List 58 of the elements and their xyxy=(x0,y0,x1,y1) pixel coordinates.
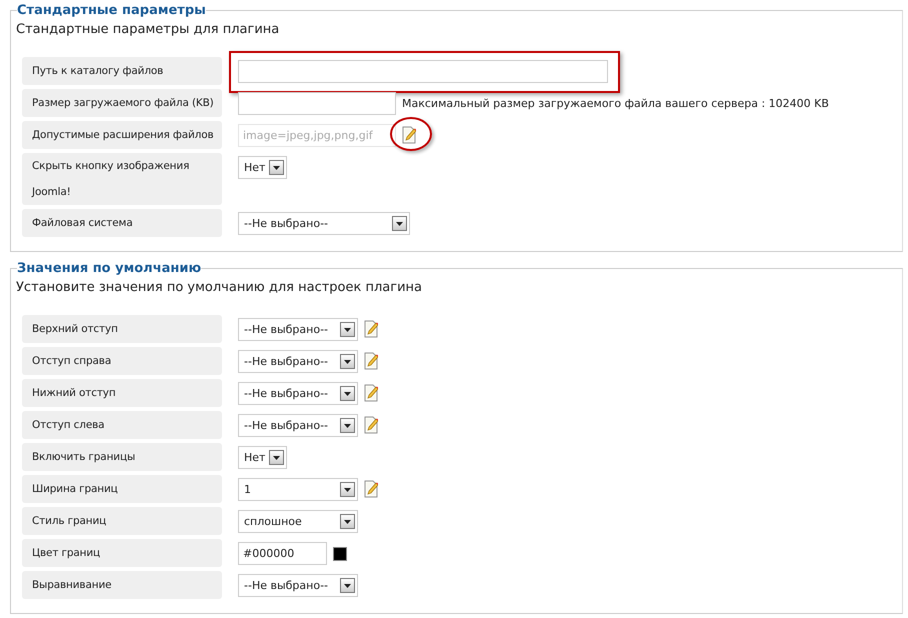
caret-icon xyxy=(344,584,351,588)
dropdown-button[interactable] xyxy=(340,578,355,593)
dropdown-field[interactable]: сплошное xyxy=(238,510,358,533)
caret-icon xyxy=(273,456,280,460)
caret-icon xyxy=(344,328,351,332)
caret-icon xyxy=(344,488,351,492)
dropdown-button[interactable] xyxy=(340,418,355,433)
max-size-note: Максимальный размер загружаемого файла вашего сервера : 102400 KB xyxy=(402,96,829,112)
field-label: Нижний отступ xyxy=(22,379,222,407)
dropdown-field[interactable]: Нет xyxy=(238,156,288,179)
text-field[interactable] xyxy=(238,92,396,115)
field-label: Путь к каталогу файлов xyxy=(22,57,222,85)
caret-icon xyxy=(344,424,351,428)
edit-icon[interactable] xyxy=(364,416,378,434)
caret-icon xyxy=(344,520,351,524)
field-label: Допустимые расширения файлов xyxy=(22,121,222,149)
caret-icon xyxy=(344,392,351,396)
dropdown-button[interactable] xyxy=(392,216,407,231)
field-label: Отступ слева xyxy=(22,411,222,439)
dropdown-button[interactable] xyxy=(340,354,355,369)
dropdown-field[interactable]: --Не выбрано-- xyxy=(238,382,358,405)
dropdown-field[interactable]: --Не выбрано-- xyxy=(238,212,410,235)
color-field[interactable]: #000000 xyxy=(238,542,327,565)
edit-icon[interactable] xyxy=(364,384,378,402)
field-label: Скрыть кнопку изображения Joomla! xyxy=(22,153,222,205)
section-title: Стандартные параметры xyxy=(17,3,206,18)
section-title: Значения по умолчанию xyxy=(17,261,202,276)
dropdown-button[interactable] xyxy=(269,160,284,175)
caret-icon xyxy=(273,166,280,170)
caret-icon xyxy=(344,360,351,364)
section-description: Установите значения по умолчанию для настроек плагина xyxy=(16,280,423,295)
section-description: Стандартные параметры для плагина xyxy=(16,22,280,37)
field-label: Файловая система xyxy=(22,209,222,237)
edit-icon[interactable] xyxy=(364,352,378,370)
dropdown-field[interactable]: 1 xyxy=(238,478,358,501)
dropdown-button[interactable] xyxy=(340,514,355,529)
field-label: Отступ справа xyxy=(22,347,222,375)
dropdown-field[interactable]: --Не выбрано-- xyxy=(238,318,358,341)
text-field[interactable] xyxy=(238,60,608,83)
dropdown-field[interactable]: Нет xyxy=(238,446,288,469)
field-label: Размер загружаемого файла (KB) xyxy=(22,89,222,117)
dropdown-button[interactable] xyxy=(269,450,284,465)
field-label: Включить границы xyxy=(22,443,222,471)
edit-icon[interactable] xyxy=(364,320,378,338)
dropdown-button[interactable] xyxy=(340,322,355,337)
dropdown-field[interactable]: --Не выбрано-- xyxy=(238,414,358,437)
dropdown-field[interactable]: --Не выбрано-- xyxy=(238,574,358,597)
field-label: Ширина границ xyxy=(22,475,222,503)
color-swatch[interactable] xyxy=(333,547,347,561)
dropdown-field[interactable]: --Не выбрано-- xyxy=(238,350,358,373)
field-label: Цвет границ xyxy=(22,539,222,567)
field-label: Стиль границ xyxy=(22,507,222,535)
field-label: Верхний отступ xyxy=(22,315,222,343)
caret-icon xyxy=(396,222,403,226)
edit-icon[interactable] xyxy=(364,480,378,498)
dropdown-button[interactable] xyxy=(340,386,355,401)
dropdown-button[interactable] xyxy=(340,482,355,497)
field-label: Выравнивание xyxy=(22,571,222,599)
